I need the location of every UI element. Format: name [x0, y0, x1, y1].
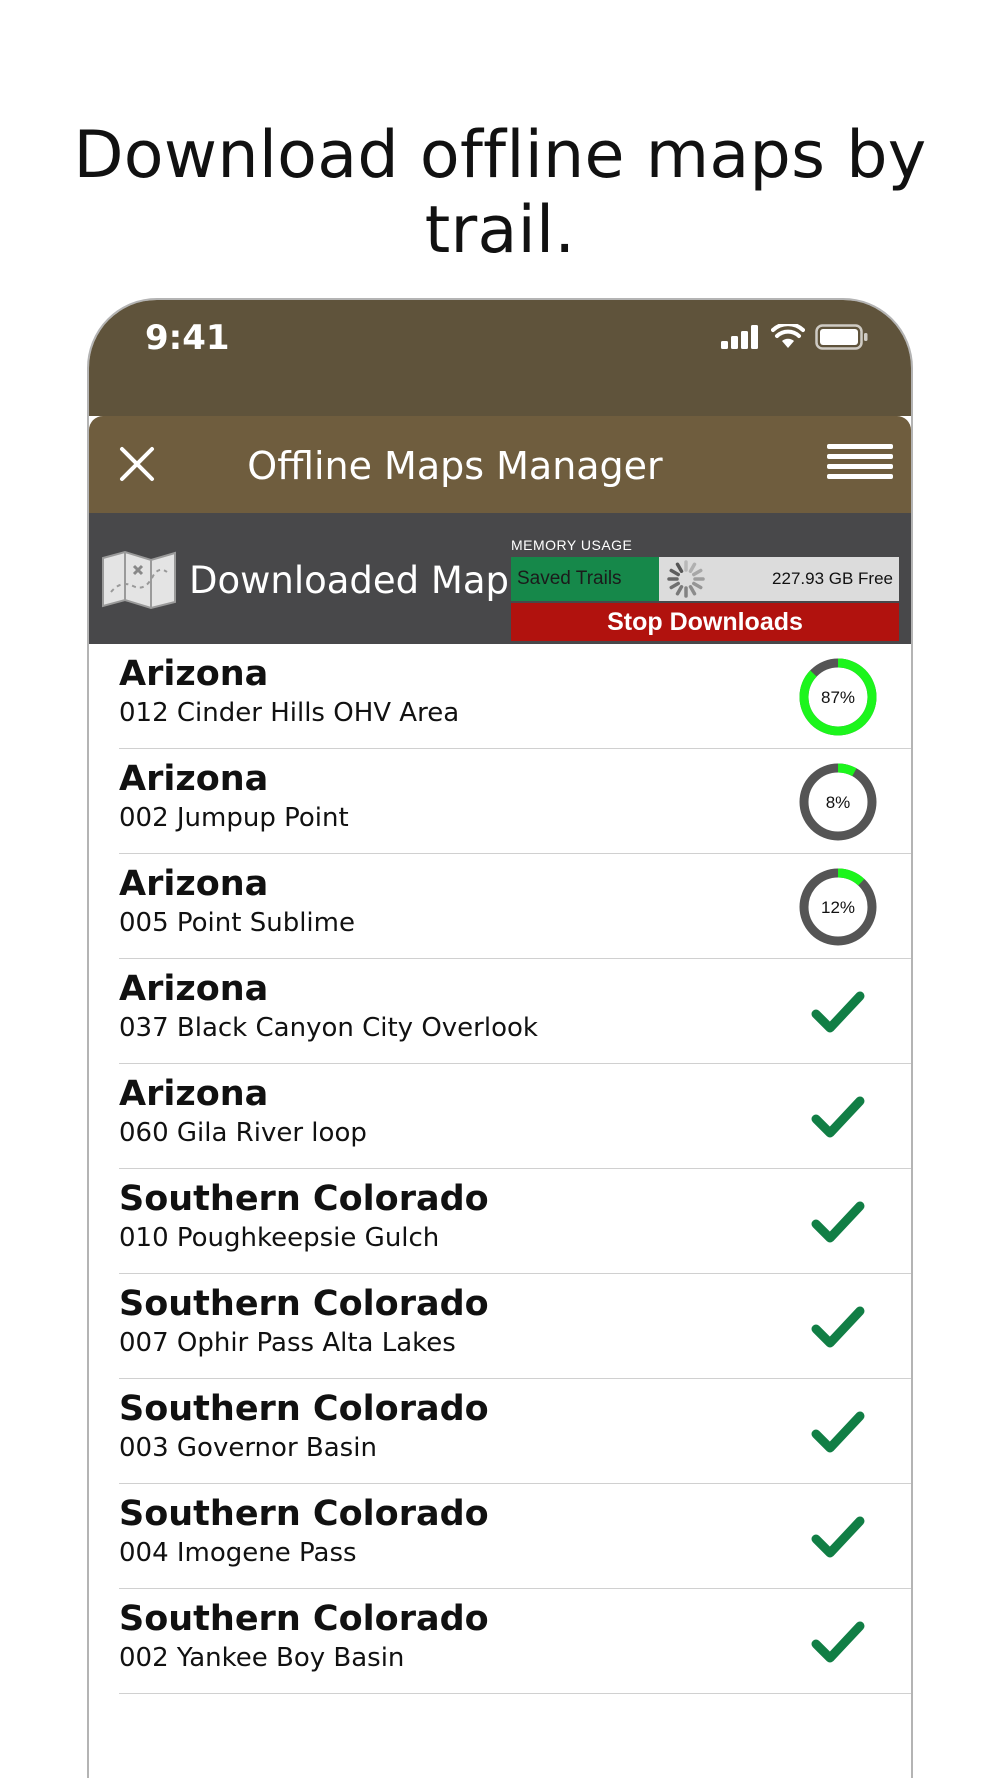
list-item[interactable]: Southern Colorado 010 Poughkeepsie Gulch [119, 1169, 911, 1274]
list-item[interactable]: Southern Colorado 004 Imogene Pass [119, 1484, 911, 1589]
battery-icon [815, 324, 868, 350]
trail-region: Arizona [119, 864, 269, 904]
checkmark-icon [811, 1096, 865, 1138]
checkmark-icon [811, 1516, 865, 1558]
trail-region: Southern Colorado [119, 1389, 489, 1429]
checkmark-icon [811, 991, 865, 1033]
trail-region: Southern Colorado [119, 1179, 489, 1219]
trail-region: Arizona [119, 759, 269, 799]
progress-label: 8% [826, 793, 851, 812]
trail-name: 012 Cinder Hills OHV Area [119, 698, 460, 728]
trail-name: 037 Black Canyon City Overlook [119, 1013, 538, 1043]
list-item[interactable]: Arizona 005 Point Sublime 12% [119, 854, 911, 959]
trail-name: 004 Imogene Pass [119, 1538, 357, 1568]
trail-name: 002 Jumpup Point [119, 803, 349, 833]
spinner-spoke [692, 568, 703, 577]
spinner-spoke [688, 562, 697, 573]
header-bar: Offline Maps Manager [89, 416, 911, 513]
spinner-spoke [669, 568, 680, 577]
trail-region: Southern Colorado [119, 1494, 489, 1534]
trail-name: 060 Gila River loop [119, 1118, 367, 1148]
list-item[interactable]: Arizona 037 Black Canyon City Overlook [119, 959, 911, 1064]
phone-frame: 9:41 Offline Maps Manager Downloaded Map… [87, 298, 913, 1778]
progress-label: 87% [821, 688, 855, 707]
trail-region: Arizona [119, 654, 269, 694]
trail-name: 005 Point Sublime [119, 908, 355, 938]
stop-downloads-button[interactable]: Stop Downloads [511, 603, 899, 641]
trail-name: 003 Governor Basin [119, 1433, 377, 1463]
saved-trails-segment: Saved Trails [511, 557, 659, 601]
status-icons [721, 324, 869, 350]
spinner-spoke [669, 581, 680, 590]
spinner-spoke [692, 581, 703, 590]
free-space-label: 227.93 GB Free [772, 569, 893, 588]
memory-usage-label: MEMORY USAGE [511, 537, 633, 553]
spinner-spoke [675, 562, 684, 573]
download-progress-ring: 8% [799, 763, 877, 841]
list-item[interactable]: Arizona 012 Cinder Hills OHV Area 87% [119, 644, 911, 749]
page-title: Offline Maps Manager [247, 444, 663, 488]
wifi-icon [771, 324, 805, 348]
downloaded-maps-bar: Downloaded Maps MEMORY USAGE Saved Trail… [89, 513, 911, 644]
trail-region: Southern Colorado [119, 1284, 489, 1324]
trail-region: Arizona [119, 1074, 269, 1114]
status-bar: 9:41 [89, 300, 911, 416]
spinner-spoke [675, 585, 684, 596]
download-progress-ring: 87% [799, 658, 877, 736]
headline: Download offline maps by trail. [73, 118, 927, 268]
trail-region: Arizona [119, 969, 269, 1009]
progress-label: 12% [821, 898, 855, 917]
hamburger-menu-icon[interactable] [827, 444, 893, 488]
trail-name: 010 Poughkeepsie Gulch [119, 1223, 440, 1253]
list-item[interactable]: Southern Colorado 003 Governor Basin [119, 1379, 911, 1484]
list-item[interactable]: Southern Colorado 007 Ophir Pass Alta Lak… [119, 1274, 911, 1379]
trail-region: Southern Colorado [119, 1599, 489, 1639]
download-progress-ring: 12% [799, 868, 877, 946]
status-time: 9:41 [145, 318, 230, 358]
memory-usage-bar: Saved Trails 227.93 GB Free [511, 557, 899, 601]
checkmark-icon [811, 1201, 865, 1243]
list-item[interactable]: Southern Colorado 002 Yankee Boy Basin [119, 1589, 911, 1694]
spinner-spoke [688, 585, 697, 596]
loading-spinner-icon [659, 557, 713, 601]
list-item[interactable]: Arizona 060 Gila River loop [119, 1064, 911, 1169]
trail-name: 007 Ophir Pass Alta Lakes [119, 1328, 456, 1358]
checkmark-icon [811, 1411, 865, 1453]
downloaded-maps-title: Downloaded Maps [189, 559, 529, 602]
list-item[interactable]: Arizona 002 Jumpup Point 8% [119, 749, 911, 854]
map-icon [102, 550, 176, 610]
trail-list: Arizona 012 Cinder Hills OHV Area 87% Arizo… [119, 644, 911, 1694]
checkmark-icon [811, 1621, 865, 1663]
trail-name: 002 Yankee Boy Basin [119, 1643, 405, 1673]
cellular-signal-icon [721, 325, 758, 349]
checkmark-icon [811, 1306, 865, 1348]
